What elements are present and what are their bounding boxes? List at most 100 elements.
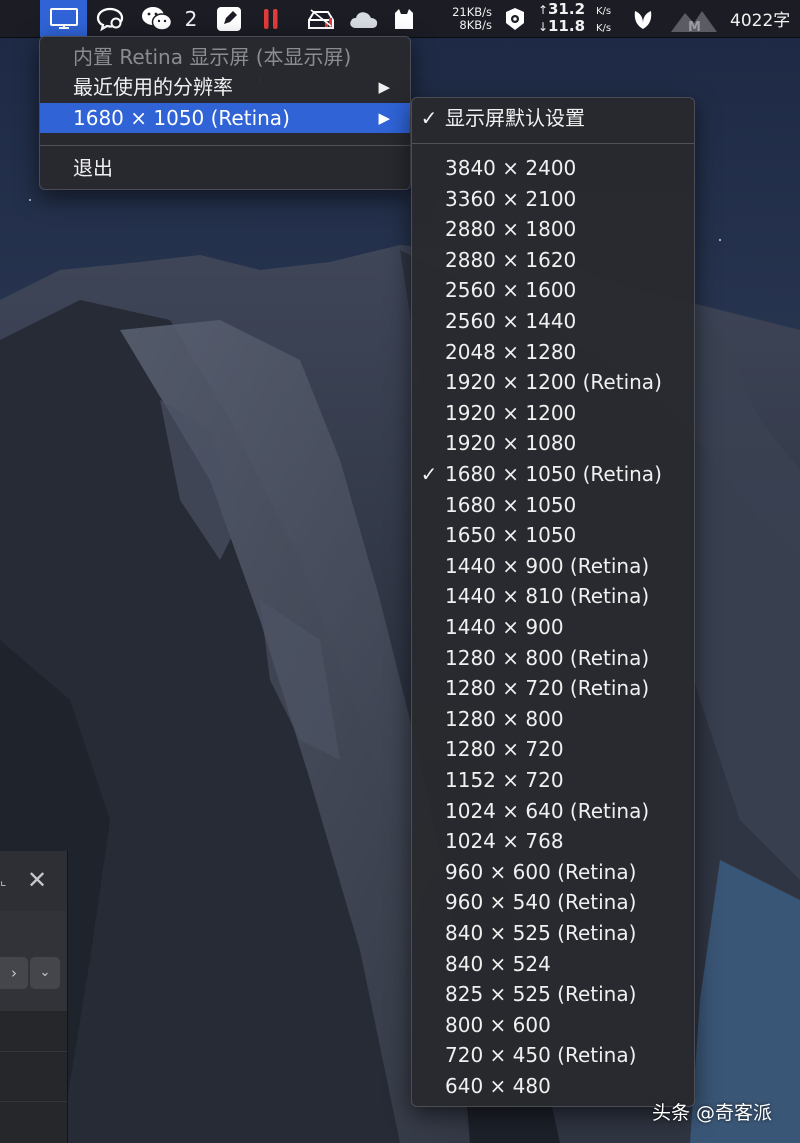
resolution-item[interactable]: 1152 × 720: [412, 765, 694, 795]
resolution-item[interactable]: 840 × 524: [412, 949, 694, 979]
menu-item-quit[interactable]: 退出: [40, 153, 410, 183]
resolution-item[interactable]: 640 × 480: [412, 1071, 694, 1101]
resolution-item[interactable]: 1280 × 720 (Retina): [412, 673, 694, 703]
resolution-label: 1920 × 1080: [445, 431, 577, 456]
submenu-arrow-icon: ▶: [378, 78, 390, 96]
resolution-label: 1440 × 900: [445, 615, 564, 639]
resolution-item[interactable]: 1920 × 1200: [412, 398, 694, 428]
resolution-label: 1280 × 800 (Retina): [445, 645, 650, 670]
net-speed-readout: 21KB/s 8KB/s: [440, 0, 492, 37]
resolution-item[interactable]: 1024 × 768: [412, 826, 694, 856]
resolution-label: 960 × 540 (Retina): [445, 890, 637, 915]
resolution-label: 1920 × 1200 (Retina): [445, 370, 662, 395]
resolution-label: 1280 × 720 (Retina): [445, 676, 650, 701]
display-menu: 内置 Retina 显示屏 (本显示屏) 最近使用的分辨率 ▶ 1680 × 1…: [39, 36, 411, 190]
resolution-item[interactable]: 1280 × 800: [412, 704, 694, 734]
mountain-icon[interactable]: M: [664, 0, 724, 37]
resolution-label: 3840 × 2400: [445, 156, 577, 180]
resolution-label: 2880 × 1800: [445, 217, 577, 242]
leaf-icon[interactable]: [628, 0, 658, 37]
resolution-label: 720 × 450 (Retina): [445, 1043, 637, 1068]
note-icon[interactable]: [212, 0, 246, 37]
resolution-item[interactable]: 2560 × 1440: [412, 306, 694, 336]
checkmark-icon: ✓: [420, 462, 438, 486]
resolution-label: 1680 × 1050: [445, 492, 577, 517]
resolution-label: 1920 × 1200: [445, 400, 577, 425]
resolution-item[interactable]: 1920 × 1200 (Retina): [412, 367, 694, 397]
resolution-label: 640 × 480: [445, 1074, 551, 1098]
menu-item-label: 显示屏默认设置: [445, 106, 585, 130]
menu-item-label: 内置 Retina 显示屏 (本显示屏): [73, 45, 352, 69]
resolution-item[interactable]: 720 × 450 (Retina): [412, 1040, 694, 1070]
resolution-label: 825 × 525 (Retina): [445, 982, 637, 1007]
window-titlebar: ⌞ ✕: [0, 851, 67, 912]
resolution-item[interactable]: 960 × 600 (Retina): [412, 857, 694, 887]
menu-item-current-resolution[interactable]: 1680 × 1050 (Retina) ▶: [40, 103, 410, 133]
resolution-label: 1152 × 720: [445, 768, 564, 792]
menu-item-label: 1680 × 1050 (Retina): [73, 106, 290, 130]
resolution-item[interactable]: 1920 × 1080: [412, 428, 694, 458]
menu-item-label: 最近使用的分辨率: [73, 75, 233, 99]
resolution-item[interactable]: 960 × 540 (Retina): [412, 887, 694, 917]
resolution-item[interactable]: 800 × 600: [412, 1010, 694, 1040]
resolution-label: 1440 × 810 (Retina): [445, 584, 650, 609]
word-count[interactable]: 4022字: [730, 0, 800, 37]
resolution-item[interactable]: 1440 × 900: [412, 612, 694, 642]
resolution-item[interactable]: 2880 × 1800: [412, 214, 694, 244]
speed-down-value: 11.8: [548, 16, 586, 35]
resolution-label: 1650 × 1050: [445, 523, 577, 548]
speed-up-unit: K/s: [596, 5, 612, 17]
resolution-label: 1024 × 768: [445, 829, 564, 854]
resolution-item[interactable]: 3840 × 2400: [412, 153, 694, 183]
resolution-submenu: ✓ 显示屏默认设置 3840 × 2400 3360 × 2100 2880 × 1…: [411, 97, 695, 1107]
close-icon[interactable]: ✕: [24, 867, 50, 893]
cat-icon[interactable]: [389, 0, 419, 37]
resolution-item[interactable]: 840 × 525 (Retina): [412, 918, 694, 948]
disk-icon[interactable]: [303, 0, 339, 37]
resolution-item[interactable]: 1280 × 800 (Retina): [412, 643, 694, 673]
resolution-label: 1024 × 640 (Retina): [445, 798, 650, 823]
resolution-item[interactable]: 1280 × 720: [412, 734, 694, 764]
resolution-item[interactable]: 2880 × 1620: [412, 245, 694, 275]
resolution-item[interactable]: 1440 × 810 (Retina): [412, 581, 694, 611]
resolution-label: 960 × 600 (Retina): [445, 859, 637, 884]
resolution-item[interactable]: 2048 × 1280: [412, 337, 694, 367]
shield-icon[interactable]: [500, 0, 530, 37]
resolution-label: 1440 × 900 (Retina): [445, 553, 650, 578]
watermark-text: 头条 @奇客派: [652, 1102, 773, 1124]
resolution-item[interactable]: 1440 × 900 (Retina): [412, 551, 694, 581]
resolution-item[interactable]: 3360 × 2100: [412, 184, 694, 214]
forward-button[interactable]: ›: [0, 957, 28, 989]
speed-up-value: 31.2: [548, 0, 586, 18]
checkmark-icon: ✓: [420, 106, 438, 130]
menu-separator: [412, 143, 694, 144]
display-menu-icon[interactable]: [40, 0, 87, 37]
menu-item-recent-resolutions[interactable]: 最近使用的分辨率 ▶: [40, 72, 410, 102]
menu-item-label: 退出: [73, 156, 113, 180]
dropdown-button[interactable]: ⌄: [30, 957, 60, 989]
resolution-item[interactable]: 2560 × 1600: [412, 275, 694, 305]
resolution-label: 1280 × 800: [445, 706, 564, 731]
resolution-item[interactable]: 1650 × 1050: [412, 520, 694, 550]
speed-down-unit: K/s: [596, 22, 612, 34]
resolution-item[interactable]: 825 × 525 (Retina): [412, 979, 694, 1009]
resolution-item[interactable]: 1024 × 640 (Retina): [412, 796, 694, 826]
resolution-label: 840 × 524: [445, 951, 551, 976]
wechat-icon[interactable]: [137, 0, 177, 37]
cloud-icon[interactable]: [345, 0, 383, 37]
speed-readout: ↑ 31.2 K/s ↓ 11.8 K/s: [538, 0, 612, 35]
row-divider: [0, 1051, 67, 1052]
resolution-item[interactable]: ✓ 1680 × 1050 (Retina): [412, 459, 694, 489]
resolution-label: 840 × 525 (Retina): [445, 921, 637, 945]
resolution-label: 2560 × 1440: [445, 309, 577, 333]
resolution-item[interactable]: 1680 × 1050: [412, 490, 694, 520]
pause-icon[interactable]: [256, 0, 286, 37]
menu-item-display-default[interactable]: ✓ 显示屏默认设置: [412, 103, 694, 133]
expand-icon[interactable]: ⌞: [0, 873, 10, 889]
row-divider: [0, 1101, 67, 1102]
submenu-arrow-icon: ▶: [378, 109, 390, 127]
net-down-rate: 21KB/s: [452, 4, 492, 19]
resolution-label: 3360 × 2100: [445, 186, 577, 211]
chat-icon[interactable]: [91, 0, 129, 37]
resolution-label: 1280 × 720: [445, 737, 564, 762]
